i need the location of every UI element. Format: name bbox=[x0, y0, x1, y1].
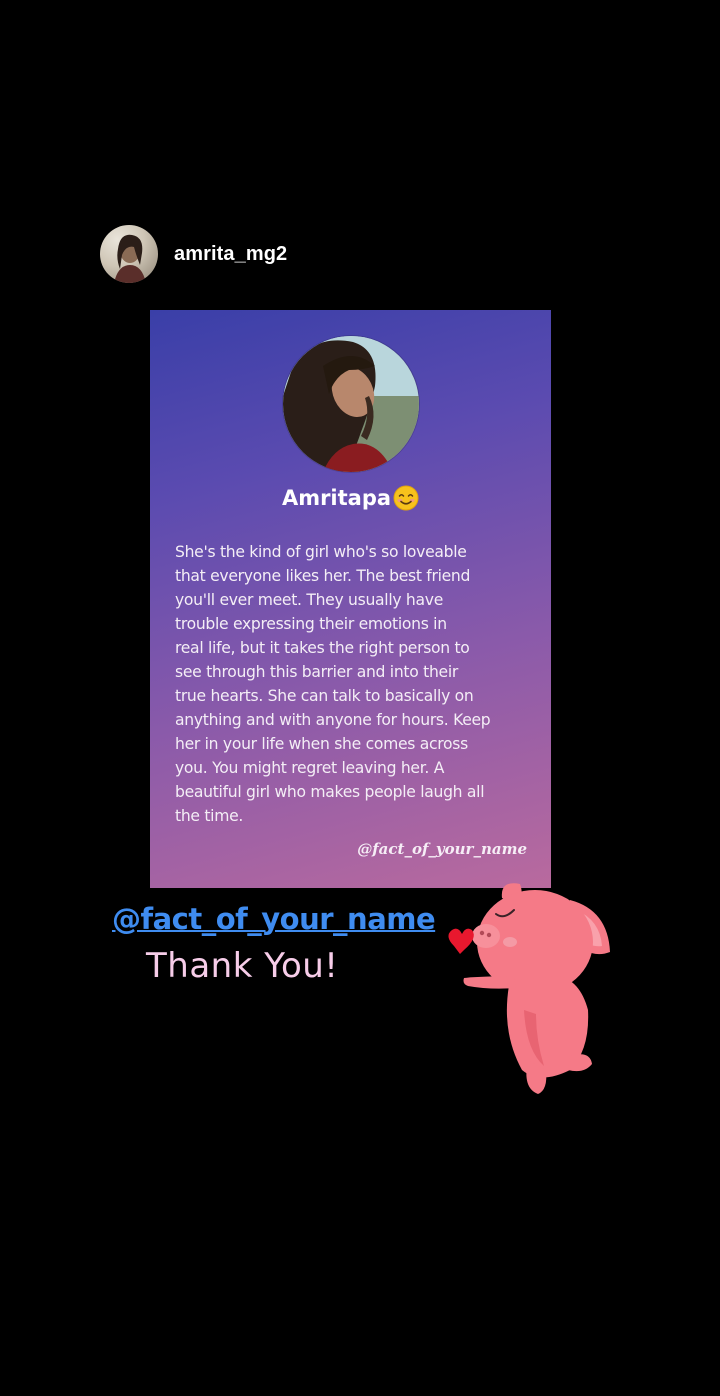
card-name-text: Amritapa bbox=[281, 486, 392, 510]
thank-you-text: Thank You! bbox=[146, 946, 339, 986]
avatar-photo bbox=[114, 234, 146, 283]
smiling-face-icon bbox=[393, 485, 419, 511]
mention-link[interactable]: @fact_of_your_name bbox=[112, 902, 436, 936]
story-header: amrita_mg2 bbox=[100, 224, 287, 284]
avatar[interactable] bbox=[100, 225, 158, 283]
profile-photo bbox=[283, 336, 419, 472]
card-handle: @fact_of_your_name bbox=[357, 840, 527, 858]
profile-photo-image bbox=[283, 336, 419, 472]
pig-blowing-kiss-icon bbox=[448, 883, 610, 1094]
card-title: Amritapa bbox=[150, 485, 551, 511]
card-description: She's the kind of girl who's so loveable… bbox=[175, 543, 491, 825]
quote-card: Amritapa She's the kind of girl who's so… bbox=[150, 310, 551, 888]
story-username[interactable]: amrita_mg2 bbox=[174, 243, 287, 266]
